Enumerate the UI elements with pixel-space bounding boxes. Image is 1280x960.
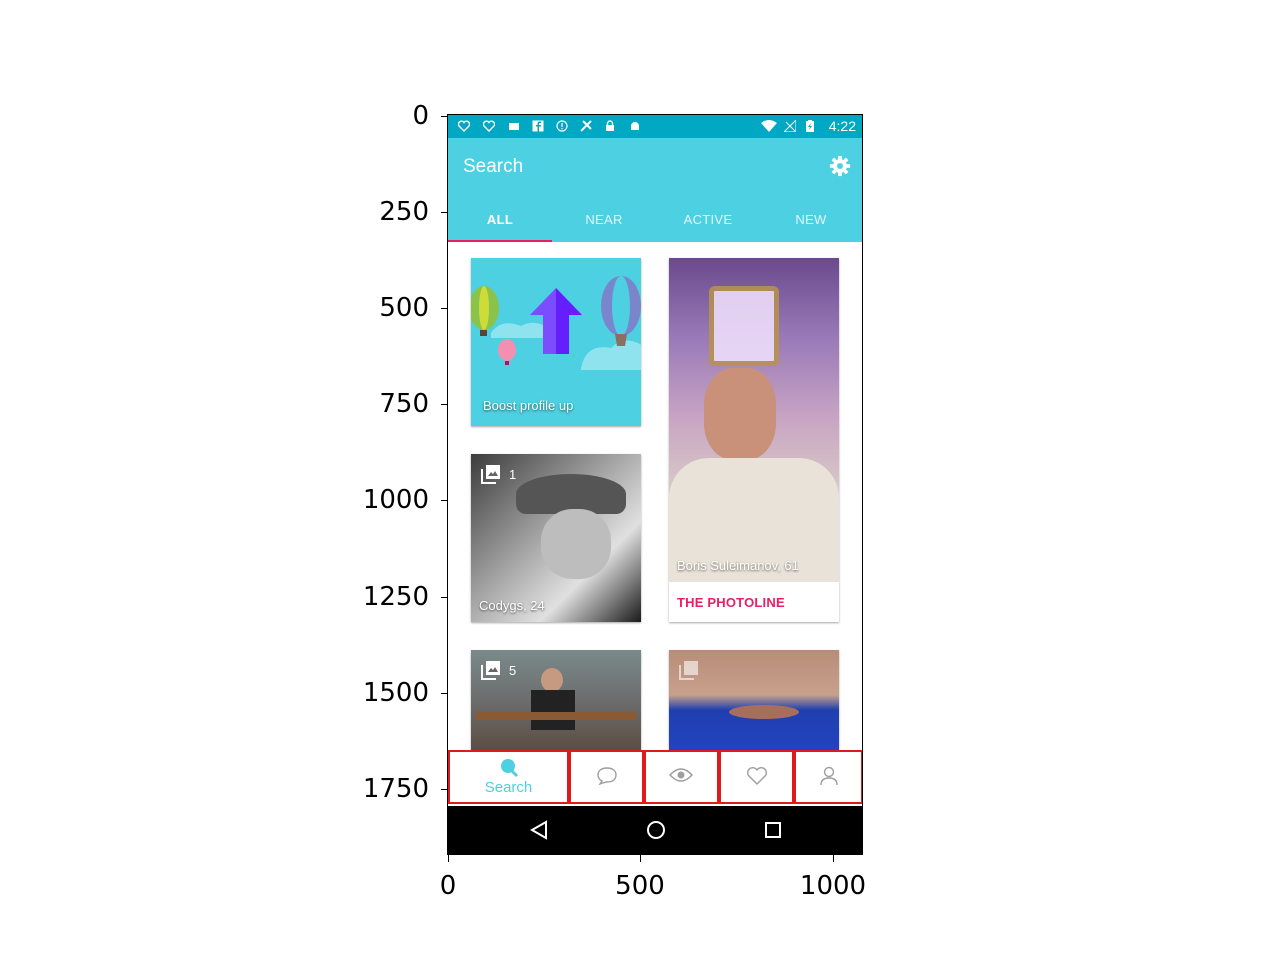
tab-all[interactable]: ALL xyxy=(448,202,552,242)
profile-name-age: Codygs, 24 xyxy=(479,598,545,613)
photo-count: 5 xyxy=(481,660,516,680)
tab-new[interactable]: NEW xyxy=(759,202,863,242)
tab-indicator xyxy=(448,240,552,242)
lock-icon xyxy=(606,120,614,131)
photo-count: 1 xyxy=(481,464,516,484)
home-icon[interactable] xyxy=(646,820,666,840)
photoline-link[interactable]: THE PHOTOLINE xyxy=(677,595,785,610)
tab-near[interactable]: NEAR xyxy=(552,202,656,242)
y-tick-mark xyxy=(441,500,448,501)
nav-views[interactable] xyxy=(644,750,719,804)
y-tick-label: 500 xyxy=(379,293,429,323)
y-tick-label: 1000 xyxy=(362,485,429,515)
eye-icon xyxy=(669,768,693,782)
photo-library-icon xyxy=(481,661,500,680)
x-tick-label: 0 xyxy=(439,871,457,901)
nav-chat[interactable] xyxy=(569,750,644,804)
tools-icon xyxy=(580,120,592,132)
search-icon xyxy=(501,759,519,778)
y-tick-label: 1500 xyxy=(362,678,429,708)
y-tick-label: 0 xyxy=(412,101,429,131)
facebook-icon xyxy=(532,120,544,132)
profile-name-age: Boris Suleimanov, 61 xyxy=(677,558,799,573)
page-title: Search xyxy=(463,156,524,177)
android-icon xyxy=(631,122,639,130)
nav-likes[interactable] xyxy=(719,750,794,804)
x-tick-mark xyxy=(448,855,449,862)
app-bar: Search ALL NEAR ACTIVE NEW xyxy=(448,138,863,242)
y-tick-mark xyxy=(441,789,448,790)
heart-monitor-icon xyxy=(483,120,495,132)
x-tick-label: 500 xyxy=(615,871,665,901)
profile-card[interactable]: 1 Codygs, 24 xyxy=(471,454,641,622)
nav-search[interactable]: Search xyxy=(448,750,569,804)
profile-card[interactable] xyxy=(669,650,839,750)
phone-screen: 4:22 Search ALL NEAR ACTIVE NEW Boost pr… xyxy=(448,115,863,855)
wifi-icon xyxy=(761,120,777,132)
photo-library-icon xyxy=(679,661,698,680)
system-navigation-bar xyxy=(448,806,863,855)
nav-search-label: Search xyxy=(484,779,533,796)
mail-icon xyxy=(509,123,519,130)
y-tick-mark xyxy=(441,404,448,405)
y-tick-label: 250 xyxy=(379,197,429,227)
y-tick-mark xyxy=(441,308,448,309)
photo-count-value: 5 xyxy=(509,662,517,678)
boost-profile-card[interactable]: Boost profile up xyxy=(471,258,641,426)
heart-icon xyxy=(747,766,767,785)
recents-icon[interactable] xyxy=(764,821,782,839)
x-tick-label: 1000 xyxy=(799,871,867,901)
tab-active[interactable]: ACTIVE xyxy=(656,202,760,242)
nav-profile[interactable] xyxy=(794,750,863,804)
heart-monitor-icon xyxy=(458,120,470,132)
photo-count xyxy=(679,660,707,680)
battery-charging-icon xyxy=(806,120,814,132)
bottom-navigation: Search xyxy=(448,750,863,806)
y-tick-label: 750 xyxy=(379,389,429,419)
tab-bar: ALL NEAR ACTIVE NEW xyxy=(448,202,863,242)
status-bar: 4:22 xyxy=(448,115,863,138)
y-tick-mark xyxy=(441,597,448,598)
photo-count-value: 1 xyxy=(509,466,517,482)
person-icon xyxy=(820,766,838,786)
back-icon[interactable] xyxy=(530,820,548,840)
profile-card[interactable]: 5 xyxy=(471,650,641,750)
x-tick-mark xyxy=(833,855,834,862)
y-tick-mark xyxy=(441,693,448,694)
profile-photo xyxy=(669,258,839,582)
photo-library-icon xyxy=(481,465,500,484)
chat-icon xyxy=(597,767,617,786)
boost-label: Boost profile up xyxy=(483,398,574,413)
profile-card[interactable]: Boris Suleimanov, 61 THE PHOTOLINE xyxy=(669,258,839,622)
y-tick-mark xyxy=(441,116,448,117)
y-tick-label: 1750 xyxy=(362,774,429,804)
status-time: 4:22 xyxy=(828,118,856,134)
info-icon xyxy=(556,120,568,132)
no-signal-icon xyxy=(784,120,796,132)
y-tick-mark xyxy=(441,212,448,213)
gear-icon[interactable] xyxy=(829,155,851,177)
x-tick-mark xyxy=(640,855,641,862)
y-tick-label: 1250 xyxy=(362,582,429,612)
